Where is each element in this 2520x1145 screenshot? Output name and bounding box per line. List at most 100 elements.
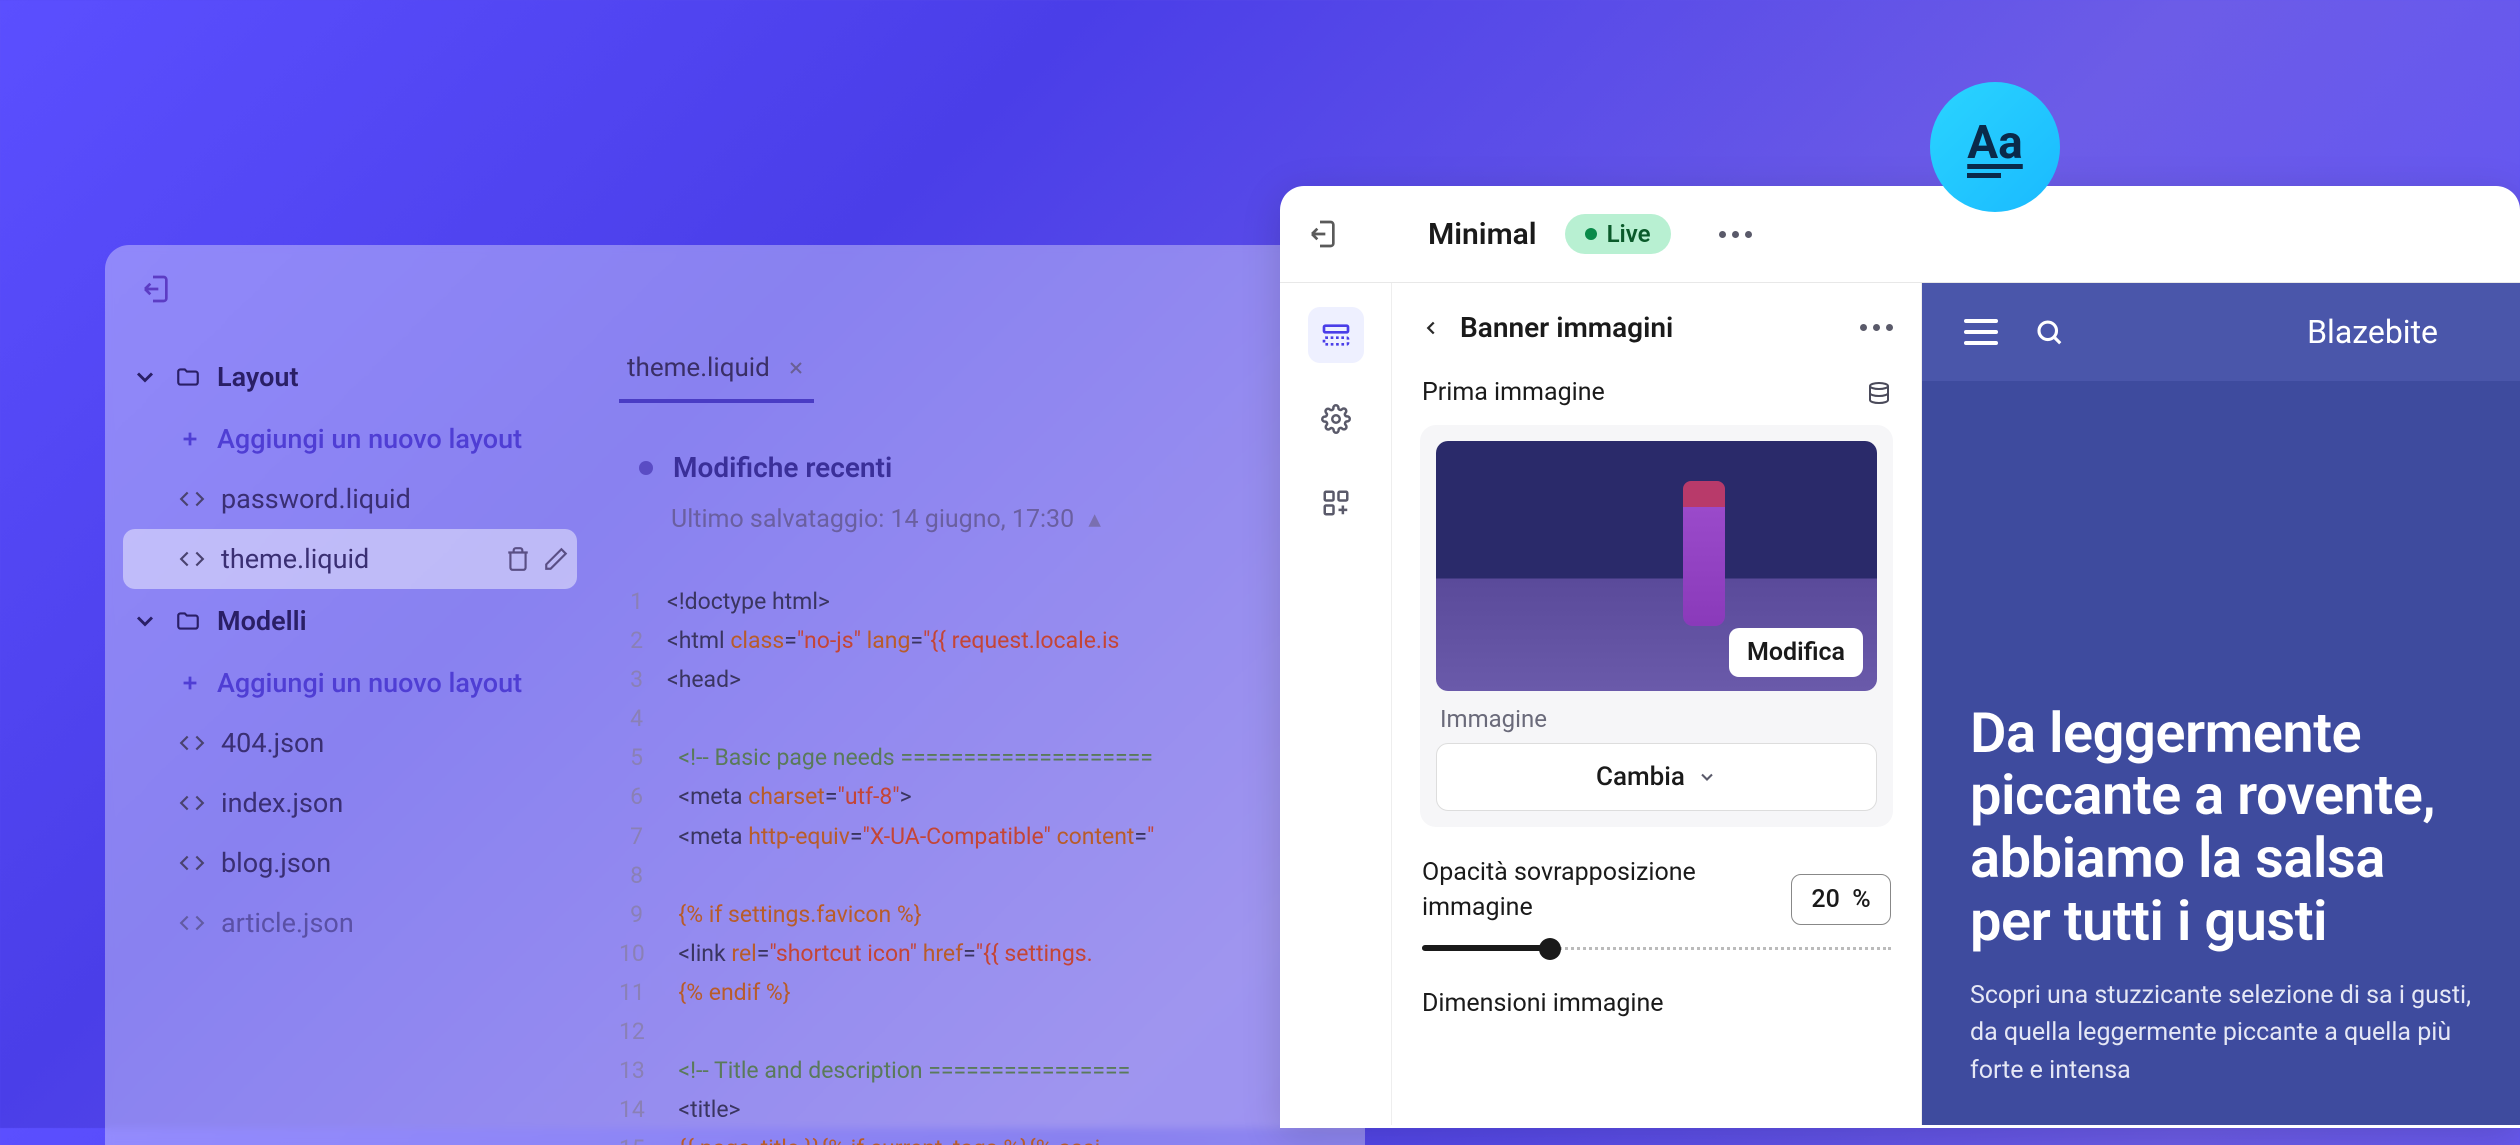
dimensions-label: Dimensioni immagine bbox=[1420, 981, 1893, 1026]
code-icon bbox=[179, 910, 205, 936]
code-line-13: <!-- Title and description =============… bbox=[667, 1051, 1130, 1090]
aa-icon: Aa bbox=[1967, 116, 2023, 178]
slider-thumb[interactable] bbox=[1539, 938, 1561, 960]
panel-more-menu[interactable] bbox=[1860, 324, 1893, 331]
add-model-layout-button[interactable]: Aggiungi un nuovo layout bbox=[123, 653, 577, 713]
opacity-value-input[interactable]: 20 % bbox=[1791, 874, 1891, 925]
file-article-json[interactable]: article.json bbox=[123, 893, 577, 953]
chevron-down-icon bbox=[131, 363, 159, 391]
product-graphic bbox=[1683, 481, 1725, 626]
exit-theme-icon[interactable] bbox=[1308, 218, 1340, 250]
code-line-1: <!doctype html> bbox=[667, 582, 830, 621]
preview-topbar: Blazebite bbox=[1922, 283, 2520, 381]
plus-icon bbox=[179, 428, 201, 450]
code-icon bbox=[179, 546, 205, 572]
first-image-label: Prima immagine bbox=[1422, 378, 1605, 407]
typography-badge[interactable]: Aa bbox=[1930, 82, 2060, 212]
folder-models-label: Modelli bbox=[217, 605, 307, 637]
tab-theme-liquid[interactable]: theme.liquid bbox=[619, 333, 814, 403]
code-editor-window: Layout Aggiungi un nuovo layout password… bbox=[105, 245, 1365, 1145]
last-saved[interactable]: Ultimo salvataggio: 14 giugno, 17:30 ▴ bbox=[619, 492, 1341, 546]
hero-section: Da leggermente piccante a rovente, abbia… bbox=[1922, 702, 2520, 1089]
sections-icon bbox=[1320, 319, 1352, 351]
code-line-2: <html class="no-js" lang="{{ request.loc… bbox=[667, 621, 1119, 660]
file-label: index.json bbox=[221, 787, 343, 819]
code-lines[interactable]: 1<!doctype html> 2<html class="no-js" la… bbox=[619, 582, 1341, 1145]
modify-image-button[interactable]: Modifica bbox=[1729, 628, 1863, 677]
live-label: Live bbox=[1607, 220, 1651, 248]
gear-icon bbox=[1321, 404, 1351, 434]
tab-row: theme.liquid bbox=[619, 333, 1341, 403]
live-dot-icon bbox=[1585, 228, 1597, 240]
file-404-json[interactable]: 404.json bbox=[123, 713, 577, 773]
code-line-8 bbox=[667, 856, 673, 895]
folder-layout-label: Layout bbox=[217, 361, 299, 393]
chevron-down-icon bbox=[131, 607, 159, 635]
code-icon bbox=[179, 790, 205, 816]
theme-header: Minimal Live bbox=[1280, 186, 2520, 283]
change-image-button[interactable]: Cambia bbox=[1436, 743, 1877, 811]
opacity-slider[interactable] bbox=[1422, 945, 1891, 953]
rail-sections-button[interactable] bbox=[1308, 307, 1364, 363]
file-password-liquid[interactable]: password.liquid bbox=[123, 469, 577, 529]
image-sublabel: Immagine bbox=[1436, 691, 1877, 743]
hero-title: Da leggermente piccante a rovente, abbia… bbox=[1970, 702, 2472, 953]
settings-panel: Banner immagini Prima immagine Modifica … bbox=[1392, 283, 1922, 1125]
code-line-7: <meta http-equiv="X-UA-Compatible" conte… bbox=[667, 817, 1154, 856]
back-chevron-icon[interactable] bbox=[1420, 317, 1442, 339]
add-layout-button[interactable]: Aggiungi un nuovo layout bbox=[123, 409, 577, 469]
code-line-11: {% endif %} bbox=[667, 973, 791, 1012]
preview-pane: Blazebite Da leggermente piccante a rove… bbox=[1922, 283, 2520, 1125]
theme-more-menu[interactable] bbox=[1719, 231, 1752, 238]
file-label: password.liquid bbox=[221, 483, 411, 515]
close-tab-icon[interactable] bbox=[786, 358, 806, 378]
file-label: 404.json bbox=[221, 727, 324, 759]
image-preview: Modifica bbox=[1436, 441, 1877, 691]
unsaved-dot-icon bbox=[639, 461, 653, 475]
code-line-12 bbox=[667, 1012, 673, 1051]
code-line-4 bbox=[667, 699, 673, 738]
hamburger-menu-icon[interactable] bbox=[1964, 319, 1998, 345]
add-layout-label: Aggiungi un nuovo layout bbox=[217, 423, 522, 455]
file-blog-json[interactable]: blog.json bbox=[123, 833, 577, 893]
rail-apps-button[interactable] bbox=[1308, 475, 1364, 531]
code-icon bbox=[179, 850, 205, 876]
file-label: article.json bbox=[221, 907, 354, 939]
last-saved-text: Ultimo salvataggio: 14 giugno, 17:30 bbox=[671, 505, 1074, 534]
code-line-3: <head> bbox=[667, 660, 741, 699]
recent-changes-label: Modifiche recenti bbox=[673, 451, 892, 484]
folder-icon bbox=[175, 608, 201, 634]
add-model-layout-label: Aggiungi un nuovo layout bbox=[217, 667, 522, 699]
folder-layout[interactable]: Layout bbox=[123, 345, 577, 409]
code-line-10: <link rel="shortcut icon" href="{{ setti… bbox=[667, 934, 1093, 973]
file-index-json[interactable]: index.json bbox=[123, 773, 577, 833]
database-icon[interactable] bbox=[1867, 381, 1891, 405]
caret-up-icon: ▴ bbox=[1088, 504, 1101, 534]
theme-editor-window: Minimal Live Banner immagini bbox=[1280, 186, 2520, 1128]
file-theme-liquid[interactable]: theme.liquid bbox=[123, 529, 577, 589]
trash-icon[interactable] bbox=[505, 546, 531, 572]
code-area: theme.liquid Modifiche recenti Ultimo sa… bbox=[595, 333, 1365, 1145]
file-label: theme.liquid bbox=[221, 543, 369, 575]
live-status-badge: Live bbox=[1565, 214, 1671, 254]
rail-settings-button[interactable] bbox=[1308, 391, 1364, 447]
code-line-9: {% if settings.favicon %} bbox=[667, 895, 922, 934]
code-line-5: <!-- Basic page needs ==================… bbox=[667, 738, 1153, 777]
change-label: Cambia bbox=[1596, 762, 1685, 792]
recent-changes: Modifiche recenti Ultimo salvataggio: 14… bbox=[619, 431, 1341, 558]
theme-title: Minimal bbox=[1428, 217, 1537, 252]
hero-subtitle: Scopri una stuzzicante selezione di sa i… bbox=[1970, 977, 2472, 1090]
search-icon[interactable] bbox=[2034, 317, 2064, 347]
pencil-icon[interactable] bbox=[543, 546, 569, 572]
file-sidebar: Layout Aggiungi un nuovo layout password… bbox=[105, 333, 595, 1145]
folder-models[interactable]: Modelli bbox=[123, 589, 577, 653]
editor-topbar bbox=[105, 245, 1365, 333]
apps-icon bbox=[1321, 488, 1351, 518]
code-icon bbox=[179, 486, 205, 512]
panel-title: Banner immagini bbox=[1460, 311, 1842, 344]
exit-editor-icon[interactable] bbox=[141, 273, 173, 305]
image-card: Modifica Immagine Cambia bbox=[1420, 425, 1893, 827]
chevron-down-icon bbox=[1697, 767, 1717, 787]
tab-label: theme.liquid bbox=[627, 353, 770, 383]
folder-icon bbox=[175, 364, 201, 390]
